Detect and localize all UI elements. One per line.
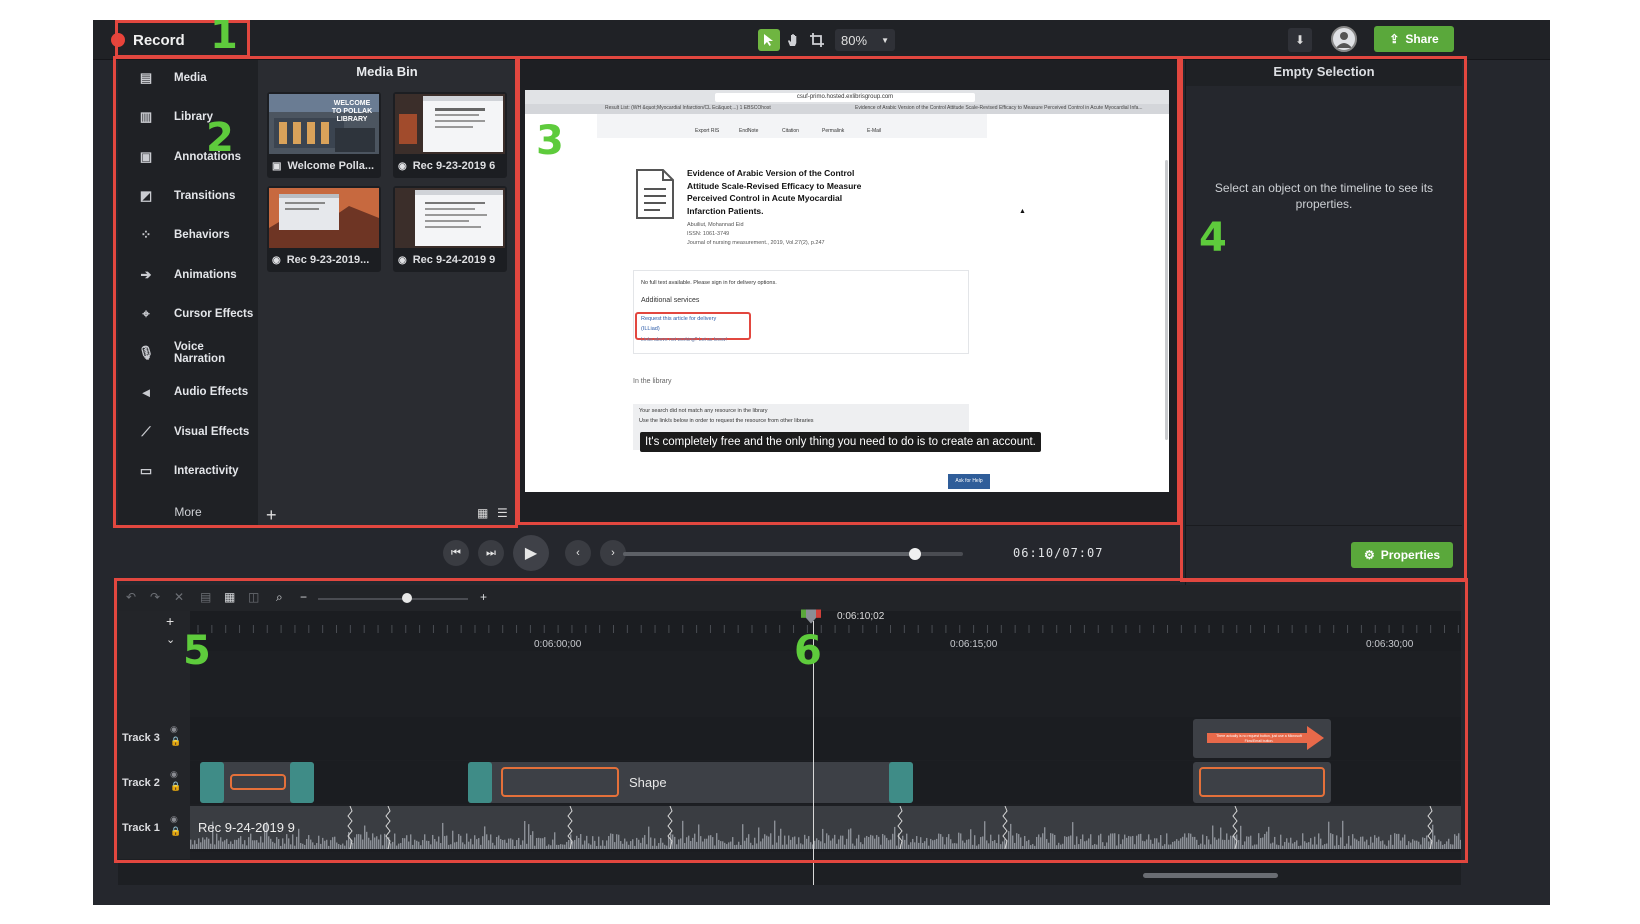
select-arrow-icon[interactable] bbox=[758, 29, 780, 51]
share-icon: ⇪ bbox=[1389, 32, 1400, 46]
chevron-down-icon: ▼ bbox=[881, 35, 889, 45]
annotation-number-1: 1 bbox=[210, 20, 238, 58]
canvas-tools bbox=[758, 29, 828, 51]
step-back-icon[interactable]: ⏮ bbox=[443, 540, 469, 566]
time-readout: 06:10/07:07 bbox=[1013, 546, 1104, 560]
annotation-number-2: 2 bbox=[206, 115, 234, 161]
step-forward-icon[interactable]: ⏭ bbox=[478, 540, 504, 566]
annotation-box-3 bbox=[517, 56, 1180, 525]
play-icon[interactable]: ▶ bbox=[513, 535, 549, 571]
zoom-value: 80% bbox=[841, 32, 868, 48]
annotation-number-5: 5 bbox=[183, 628, 211, 674]
download-icon[interactable]: ⬇ bbox=[1288, 28, 1312, 52]
scrub-progress bbox=[623, 552, 916, 556]
annotation-box-4 bbox=[1180, 56, 1467, 582]
zoom-select[interactable]: 80% ▼ bbox=[835, 29, 895, 51]
avatar-icon[interactable] bbox=[1331, 26, 1357, 52]
annotation-number-3: 3 bbox=[536, 118, 564, 164]
scrub-bar[interactable] bbox=[623, 548, 963, 560]
share-button[interactable]: ⇪ Share bbox=[1374, 26, 1454, 52]
share-label: Share bbox=[1405, 32, 1439, 46]
camtasia-editor: Record 80% ▼ ⬇ ⇪ Share ▤ Media ▥ Library ▣ An… bbox=[93, 20, 1550, 905]
annotation-box-5 bbox=[114, 578, 1468, 863]
timeline-scrollbar[interactable] bbox=[1143, 873, 1278, 878]
annotation-box-2 bbox=[113, 56, 518, 528]
crop-icon[interactable] bbox=[806, 29, 828, 51]
previous-marker-icon[interactable]: ‹ bbox=[565, 540, 591, 566]
hand-icon[interactable] bbox=[782, 29, 804, 51]
top-toolbar: Record 80% ▼ ⬇ ⇪ Share bbox=[93, 20, 1550, 60]
annotation-number-6: 6 bbox=[794, 628, 822, 674]
annotation-number-4: 4 bbox=[1199, 215, 1227, 261]
